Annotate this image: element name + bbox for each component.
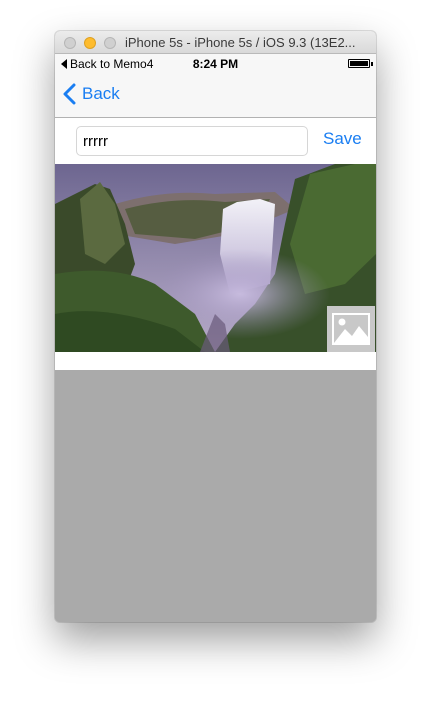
back-button[interactable]: Back <box>63 83 120 105</box>
back-button-label: Back <box>82 84 120 103</box>
simulator-window: iPhone 5s - iPhone 5s / iOS 9.3 (13E2...… <box>55 31 376 622</box>
desktop-background: iPhone 5s - iPhone 5s / iOS 9.3 (13E2...… <box>0 0 432 702</box>
status-bar: Back to Memo4 8:24 PM <box>55 54 376 74</box>
window-title: iPhone 5s - iPhone 5s / iOS 9.3 (13E2... <box>125 35 356 50</box>
status-time: 8:24 PM <box>192 57 239 71</box>
image-placeholder-icon[interactable] <box>327 306 375 352</box>
empty-area <box>55 370 376 622</box>
memo-text-field[interactable] <box>76 126 308 156</box>
phone-screen: Back to Memo4 8:24 PM Back Save <box>55 54 376 622</box>
battery-icon <box>348 59 373 68</box>
zoom-window-button[interactable] <box>104 37 116 49</box>
save-button[interactable]: Save <box>323 129 362 149</box>
minimize-window-button[interactable] <box>84 37 96 49</box>
window-titlebar[interactable]: iPhone 5s - iPhone 5s / iOS 9.3 (13E2... <box>55 31 376 54</box>
chevron-left-icon <box>63 83 76 105</box>
close-window-button[interactable] <box>64 37 76 49</box>
navigation-bar: Back <box>55 74 376 118</box>
memo-editor: Save <box>55 118 376 370</box>
image-placeholder-glyph <box>332 313 370 345</box>
